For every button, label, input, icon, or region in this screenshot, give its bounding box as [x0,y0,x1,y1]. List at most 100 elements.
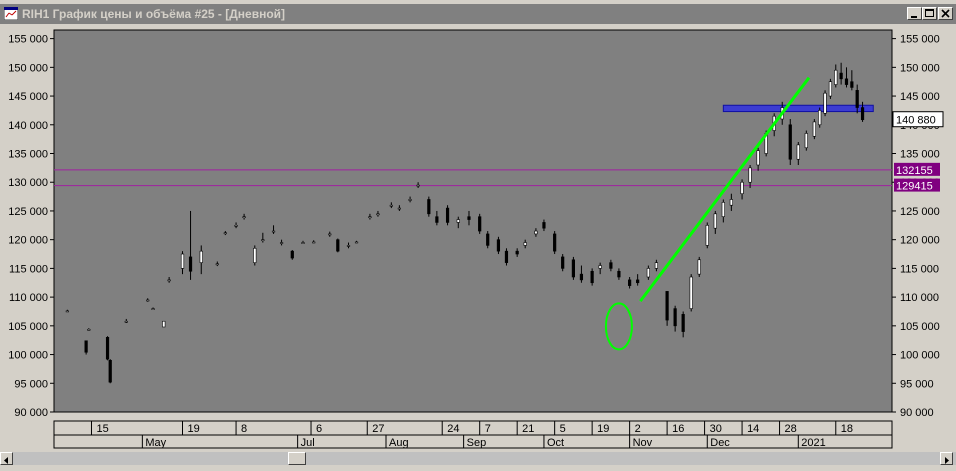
date-tick-label: 7 [485,423,491,435]
candle [368,216,372,218]
candle [579,273,584,281]
candle [590,270,594,284]
candle [445,207,450,223]
candle [199,250,203,263]
candle [561,256,565,269]
y-tick-label-right: 100 000 [900,350,940,362]
candle [271,230,276,233]
y-tick-label-left: 115 000 [9,263,48,275]
candle [748,167,752,183]
minimize-button[interactable] [907,7,922,20]
y-tick-label-left: 100 000 [8,350,48,362]
candle [844,78,849,85]
candle [188,256,193,272]
date-tick-label: 24 [447,423,459,435]
candle [721,202,725,217]
candle [705,225,709,246]
date-tick-label: 14 [747,423,759,435]
y-tick-label-right: 110 000 [900,292,939,304]
candle [84,340,88,353]
candle [65,310,69,313]
candle [389,204,393,207]
month-tick-label: Nov [633,437,653,449]
date-tick-label: 8 [241,423,247,435]
last-price-label: 140 880 [896,115,936,127]
candle [515,250,519,255]
date-tick-label: 5 [560,423,566,435]
date-tick-label: 6 [316,423,322,435]
resistance-zone [722,104,874,113]
y-tick-label-left: 125 000 [8,206,48,218]
candle [124,320,128,323]
candle [486,233,490,246]
y-tick-label-right: 155 000 [900,34,940,46]
price-chart: 90 000 90 000 95 000 95 000 100 000 100 000 10… [0,26,956,452]
candle [628,279,632,286]
y-tick-label-left: 135 000 [8,149,48,161]
y-tick-label-right: 105 000 [900,321,940,333]
candle [542,222,546,229]
y-tick-label-right: 125 000 [900,206,940,218]
y-tick-label-right: 90 000 [900,407,934,419]
candle [301,242,305,244]
candle [504,250,509,263]
scroll-left-button[interactable] [0,452,13,465]
date-tick-label: 27 [372,423,384,435]
y-tick-label-left: 110 000 [9,292,48,304]
candle [167,279,171,282]
candle [215,263,219,266]
candle [87,328,91,331]
date-tick-label: 19 [188,423,200,435]
y-tick-label-left: 90 000 [14,407,48,419]
candle [435,216,439,223]
chart-window: RIH1 График цены и объёма #25 - [Дневной… [0,0,956,465]
y-tick-label-right: 120 000 [900,235,940,247]
candle [416,184,420,187]
candle [151,308,155,310]
y-tick-label-left: 130 000 [8,177,48,189]
month-tick-label: Oct [547,437,564,449]
candle [312,241,316,244]
window-title: RIH1 График цены и объёма #25 - [Дневной… [22,7,286,21]
chart-app-icon [4,7,18,20]
candle [336,239,340,252]
date-tick-label: 30 [710,423,722,435]
close-button[interactable] [938,7,953,20]
candle [855,90,859,108]
candle [261,239,265,241]
candle [665,291,669,321]
y-tick-label-right: 145 000 [900,91,940,103]
y-tick-label-right: 135 000 [900,149,940,161]
horizontal-scrollbar[interactable] [0,452,956,465]
month-tick-label: May [145,437,166,449]
candle [646,268,650,278]
scroll-right-button[interactable] [940,452,953,465]
date-tick-label: 21 [522,423,534,435]
candle [553,233,557,252]
candle [397,207,401,210]
arrow-left-icon [4,457,8,464]
date-tick-label: 16 [672,423,684,435]
candle [523,242,527,246]
candle [636,279,640,284]
candle [796,144,800,160]
candle [105,337,110,360]
candle [740,181,744,195]
maximize-button[interactable] [922,7,937,20]
date-tick-label: 2 [635,423,641,435]
candle [467,216,471,220]
candle [598,265,602,269]
candle [223,232,227,235]
candle [697,259,701,275]
y-tick-label-right: 95 000 [900,378,934,390]
candle [850,81,854,88]
candle [729,199,733,206]
candle [571,259,575,278]
y-tick-label-right: 115 000 [900,263,939,275]
month-tick-label: 2021 [801,437,825,449]
candle [823,92,827,114]
scrollbar-thumb[interactable] [288,452,306,465]
y-tick-label-left: 120 000 [8,235,48,247]
candle [860,107,865,121]
candle [828,81,833,97]
